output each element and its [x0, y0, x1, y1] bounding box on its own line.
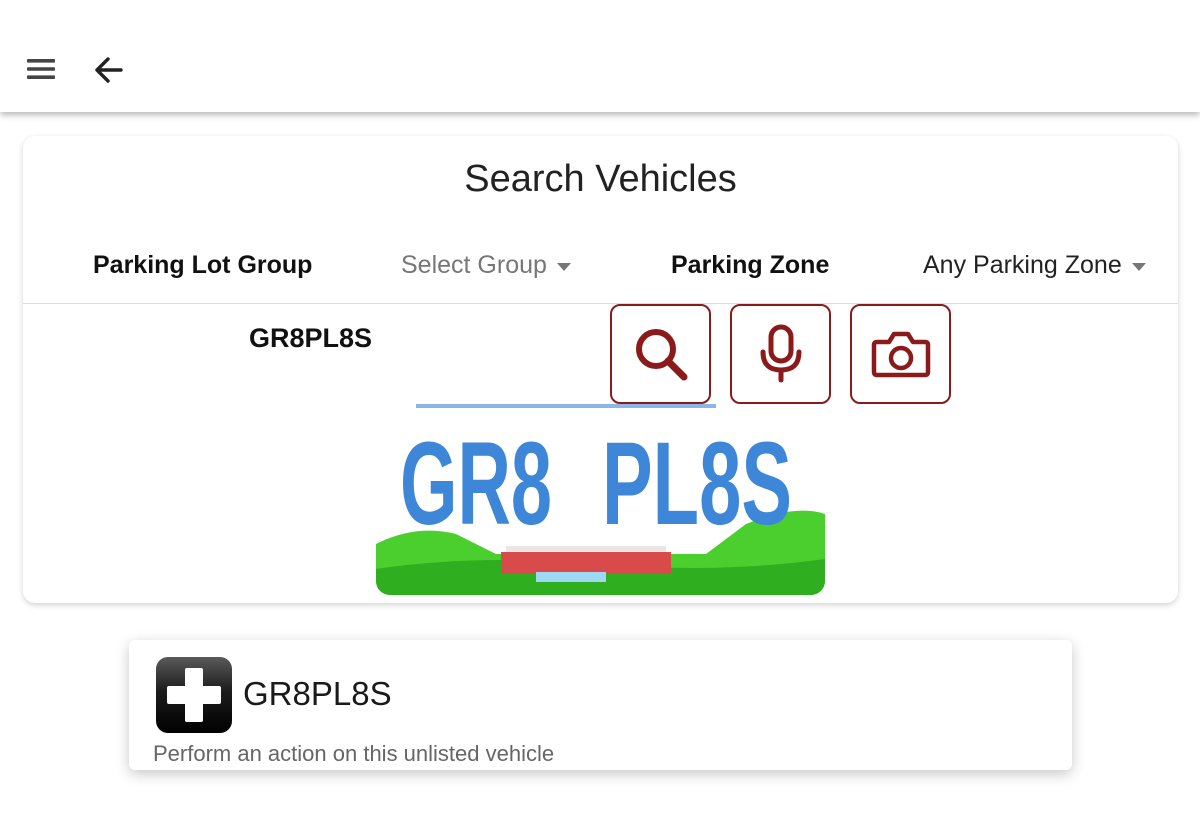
- camera-button[interactable]: [850, 304, 951, 404]
- caret-down-icon: [556, 262, 571, 271]
- parking-lot-group-value: Select Group: [401, 251, 547, 279]
- app-bar: [0, 0, 1200, 112]
- result-subtitle: Perform an action on this unlisted vehic…: [153, 741, 555, 766]
- search-button[interactable]: [610, 304, 711, 404]
- hamburger-menu-icon: [27, 59, 55, 79]
- menu-button[interactable]: [18, 46, 66, 94]
- back-button[interactable]: [85, 46, 133, 94]
- parking-zone-dropdown[interactable]: Any Parking Zone: [923, 251, 1146, 280]
- plate-image-text-left: GR8: [400, 418, 552, 550]
- unlisted-vehicle-result[interactable]: GR8PL8S Perform an action on this unlist…: [129, 640, 1072, 770]
- search-vehicles-card: Search Vehicles Parking Lot Group Select…: [23, 136, 1178, 603]
- search-icon: [635, 329, 687, 381]
- page-title: Search Vehicles: [464, 158, 737, 200]
- filter-row: Parking Lot Group Select Group Parking Z…: [23, 243, 1178, 289]
- divider: [23, 303, 1178, 304]
- parking-lot-group-dropdown[interactable]: Select Group: [401, 251, 571, 280]
- license-plate-graphic: GR8 PL8S: [376, 404, 825, 595]
- add-plus-icon[interactable]: [155, 656, 233, 734]
- microphone-icon: [760, 324, 801, 383]
- result-plate-title: GR8PL8S: [243, 675, 392, 712]
- parking-zone-value: Any Parking Zone: [923, 251, 1122, 279]
- parking-lot-group-label: Parking Lot Group: [93, 251, 313, 279]
- voice-search-button[interactable]: [730, 304, 831, 404]
- plate-number-input[interactable]: GR8PL8S: [249, 323, 372, 354]
- parking-zone-label: Parking Zone: [671, 251, 830, 279]
- camera-icon: [871, 331, 930, 378]
- caret-down-icon: [1131, 262, 1146, 271]
- arrow-left-icon: [95, 57, 123, 83]
- plate-image-text-right: PL8S: [602, 418, 792, 550]
- license-plate-image: GR8 PL8S: [376, 404, 825, 595]
